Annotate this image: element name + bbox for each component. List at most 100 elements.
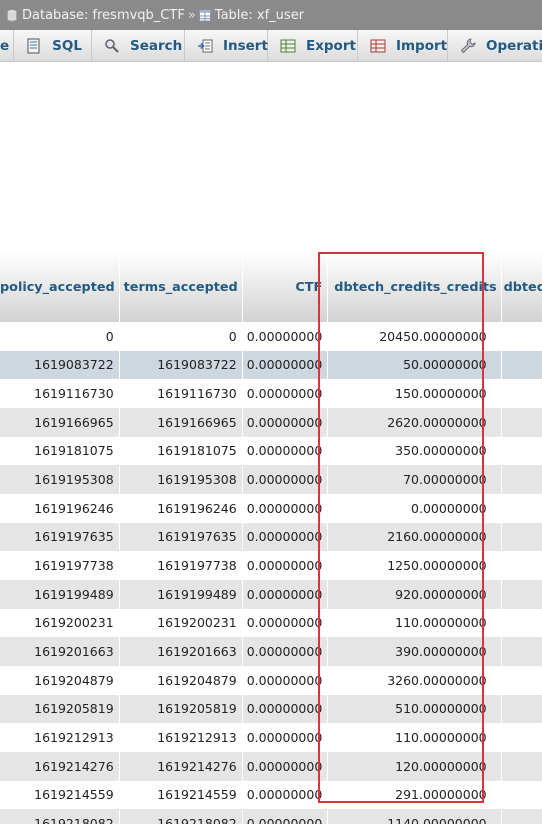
cell-dbtech-cr[interactable] (501, 751, 542, 781)
table-row[interactable]: 1619196246 1619196246 0.00000000 0.00000000 (0, 493, 542, 523)
column-header-policy-accepted[interactable]: policy_accepted (0, 252, 120, 322)
cell-dbtech-cr[interactable] (501, 780, 542, 810)
table-row[interactable]: 1619166965 1619166965 0.00000000 2620.00000… (0, 407, 542, 437)
cell-policy-accepted[interactable]: 1619116730 (0, 379, 120, 408)
cell-ctf[interactable]: 0.00000000 (242, 694, 329, 724)
cell-terms-accepted[interactable]: 1619205819 (119, 694, 243, 724)
cell-terms-accepted[interactable]: 1619197738 (119, 551, 243, 580)
cell-policy-accepted[interactable]: 1619199489 (0, 579, 120, 609)
cell-terms-accepted[interactable]: 1619083722 (119, 350, 243, 380)
cell-dbtech-cr[interactable] (501, 465, 542, 494)
cell-dbtech-cr[interactable] (501, 322, 542, 351)
table-row[interactable]: 1619116730 1619116730 0.00000000 150.000000… (0, 379, 542, 408)
cell-ctf[interactable]: 0.00000000 (242, 465, 329, 494)
cell-terms-accepted[interactable]: 0 (119, 322, 243, 351)
table-row[interactable]: 1619197738 1619197738 0.00000000 1250.00000… (0, 551, 542, 580)
cell-policy-accepted[interactable]: 1619195308 (0, 465, 120, 494)
tab-sql[interactable]: SQL (14, 30, 92, 61)
cell-dbtech-cr[interactable] (501, 637, 542, 666)
cell-policy-accepted[interactable]: 1619218082 (0, 809, 120, 824)
cell-ctf[interactable]: 0.00000000 (242, 579, 329, 609)
cell-terms-accepted[interactable]: 1619195308 (119, 465, 243, 494)
column-header-ctf[interactable]: CTF (242, 252, 329, 322)
cell-ctf[interactable]: 0.00000000 (242, 637, 329, 666)
cell-dbtech-credits-credits[interactable]: 2160.00000000 (327, 522, 502, 552)
tab-export[interactable]: Export (268, 30, 358, 61)
cell-ctf[interactable]: 0.00000000 (242, 322, 329, 351)
cell-policy-accepted[interactable]: 1619197635 (0, 522, 120, 552)
cell-terms-accepted[interactable]: 1619201663 (119, 637, 243, 666)
breadcrumb-table[interactable]: Table: xf_user (215, 8, 304, 23)
table-row[interactable]: 1619204879 1619204879 0.00000000 3260.00000… (0, 665, 542, 695)
cell-policy-accepted[interactable]: 1619181075 (0, 436, 120, 466)
cell-ctf[interactable]: 0.00000000 (242, 493, 329, 523)
table-row[interactable]: 1619212913 1619212913 0.00000000 110.000000… (0, 723, 542, 752)
cell-terms-accepted[interactable]: 1619200231 (119, 608, 243, 638)
cell-dbtech-credits-credits[interactable]: 1250.00000000 (327, 551, 502, 580)
cell-ctf[interactable]: 0.00000000 (242, 780, 329, 810)
cell-ctf[interactable]: 0.00000000 (242, 665, 329, 695)
tab-clipped[interactable]: e (0, 30, 15, 61)
cell-ctf[interactable]: 0.00000000 (242, 522, 329, 552)
cell-policy-accepted[interactable]: 1619201663 (0, 637, 120, 666)
cell-dbtech-cr[interactable] (501, 551, 542, 580)
cell-policy-accepted[interactable]: 0 (0, 322, 120, 351)
tab-import[interactable]: Import (358, 30, 448, 61)
cell-terms-accepted[interactable]: 1619181075 (119, 436, 243, 466)
cell-dbtech-credits-credits[interactable]: 120.00000000 (327, 751, 502, 781)
cell-ctf[interactable]: 0.00000000 (242, 723, 329, 752)
cell-terms-accepted[interactable]: 1619218082 (119, 809, 243, 824)
cell-dbtech-credits-credits[interactable]: 2620.00000000 (327, 407, 502, 437)
cell-ctf[interactable]: 0.00000000 (242, 751, 329, 781)
cell-dbtech-credits-credits[interactable]: 150.00000000 (327, 379, 502, 408)
table-row[interactable]: 1619083722 1619083722 0.00000000 50.0000000… (0, 350, 542, 380)
cell-dbtech-credits-credits[interactable]: 20450.00000000 (327, 322, 502, 351)
cell-dbtech-credits-credits[interactable]: 110.00000000 (327, 608, 502, 638)
cell-policy-accepted[interactable]: 1619214559 (0, 780, 120, 810)
cell-policy-accepted[interactable]: 1619166965 (0, 407, 120, 437)
cell-dbtech-cr[interactable] (501, 723, 542, 752)
table-row[interactable]: 1619200231 1619200231 0.00000000 110.000000… (0, 608, 542, 638)
column-header-terms-accepted[interactable]: terms_accepted (119, 252, 243, 322)
cell-dbtech-credits-credits[interactable]: 350.00000000 (327, 436, 502, 466)
cell-dbtech-cr[interactable] (501, 579, 542, 609)
tab-search[interactable]: Search (92, 30, 185, 61)
column-header-dbtech-credits-credits[interactable]: dbtech_credits_credits (327, 252, 502, 322)
cell-terms-accepted[interactable]: 1619214276 (119, 751, 243, 781)
cell-terms-accepted[interactable]: 1619199489 (119, 579, 243, 609)
cell-policy-accepted[interactable]: 1619197738 (0, 551, 120, 580)
cell-dbtech-credits-credits[interactable]: 70.00000000 (327, 465, 502, 494)
cell-dbtech-cr[interactable] (501, 436, 542, 466)
cell-dbtech-cr[interactable] (501, 350, 542, 380)
breadcrumb-database[interactable]: Database: fresmvqb_CTF (22, 8, 185, 23)
cell-dbtech-credits-credits[interactable]: 50.00000000 (327, 350, 502, 380)
cell-dbtech-credits-credits[interactable]: 510.00000000 (327, 694, 502, 724)
cell-dbtech-cr[interactable] (501, 809, 542, 824)
cell-dbtech-credits-credits[interactable]: 390.00000000 (327, 637, 502, 666)
cell-ctf[interactable]: 0.00000000 (242, 350, 329, 380)
cell-dbtech-cr[interactable] (501, 608, 542, 638)
cell-policy-accepted[interactable]: 1619083722 (0, 350, 120, 380)
table-row[interactable]: 1619205819 1619205819 0.00000000 510.000000… (0, 694, 542, 724)
table-row[interactable]: 1619218082 1619218082 0.00000000 1140.00000… (0, 809, 542, 824)
cell-dbtech-cr[interactable] (501, 407, 542, 437)
table-row[interactable]: 1619214559 1619214559 0.00000000 291.000000… (0, 780, 542, 810)
cell-dbtech-cr[interactable] (501, 493, 542, 523)
table-row[interactable]: 1619181075 1619181075 0.00000000 350.000000… (0, 436, 542, 466)
cell-terms-accepted[interactable]: 1619197635 (119, 522, 243, 552)
cell-ctf[interactable]: 0.00000000 (242, 809, 329, 824)
cell-terms-accepted[interactable]: 1619214559 (119, 780, 243, 810)
cell-dbtech-credits-credits[interactable]: 0.00000000 (327, 493, 502, 523)
cell-terms-accepted[interactable]: 1619116730 (119, 379, 243, 408)
tab-operations[interactable]: Operations (448, 30, 542, 61)
cell-ctf[interactable]: 0.00000000 (242, 436, 329, 466)
cell-dbtech-cr[interactable] (501, 665, 542, 695)
tab-insert[interactable]: Insert (185, 30, 268, 61)
cell-dbtech-credits-credits[interactable]: 291.00000000 (327, 780, 502, 810)
cell-dbtech-credits-credits[interactable]: 3260.00000000 (327, 665, 502, 695)
cell-ctf[interactable]: 0.00000000 (242, 379, 329, 408)
cell-ctf[interactable]: 0.00000000 (242, 551, 329, 580)
cell-policy-accepted[interactable]: 1619200231 (0, 608, 120, 638)
table-row[interactable]: 1619201663 1619201663 0.00000000 390.000000… (0, 637, 542, 666)
cell-dbtech-credits-credits[interactable]: 1140.00000000 (327, 809, 502, 824)
